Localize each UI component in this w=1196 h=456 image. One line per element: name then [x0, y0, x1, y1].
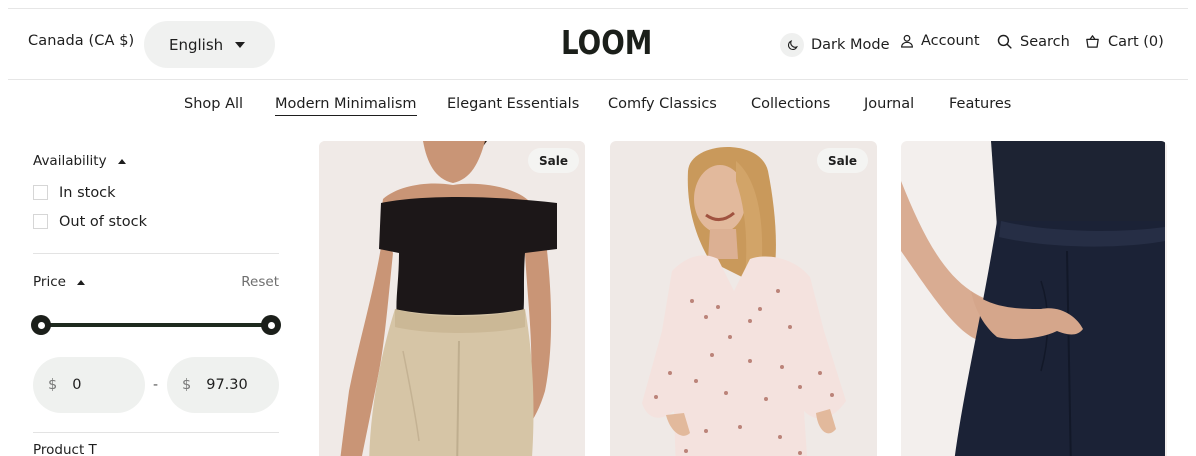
checkbox-box[interactable]: [33, 214, 48, 229]
checkbox-box[interactable]: [33, 185, 48, 200]
account-link[interactable]: Account: [899, 33, 980, 49]
price-reset-link[interactable]: Reset: [241, 274, 279, 290]
language-selector[interactable]: English: [144, 21, 275, 68]
out-of-stock-label: Out of stock: [59, 213, 147, 230]
product-card[interactable]: Sale: [319, 141, 585, 456]
divider: [33, 253, 279, 254]
slider-track: [40, 323, 272, 327]
chevron-down-icon: [235, 42, 245, 48]
nav-modern-minimalism[interactable]: Modern Minimalism: [275, 96, 417, 116]
sale-badge: Sale: [817, 148, 868, 173]
price-separator: -: [153, 377, 159, 393]
country-selector[interactable]: Canada (CA $): [28, 33, 134, 49]
availability-title: Availability: [33, 153, 107, 169]
product-card[interactable]: [901, 141, 1167, 456]
slider-min-handle[interactable]: [31, 315, 51, 335]
slider-max-handle[interactable]: [261, 315, 281, 335]
in-stock-checkbox[interactable]: In stock: [33, 178, 279, 207]
search-icon: [996, 33, 1013, 50]
out-of-stock-checkbox[interactable]: Out of stock: [33, 207, 279, 236]
store-logo[interactable]: LOOM: [561, 23, 652, 62]
moon-icon: [780, 33, 804, 57]
currency-symbol: $: [48, 377, 58, 393]
sale-badge: Sale: [528, 148, 579, 173]
price-min-input[interactable]: $ 0: [33, 357, 145, 413]
filter-sidebar: Availability In stock Out of stock Price…: [31, 150, 281, 434]
language-label: English: [169, 35, 224, 54]
account-label: Account: [921, 33, 980, 49]
product-image: [610, 141, 877, 456]
nav-elegant-essentials[interactable]: Elegant Essentials: [447, 96, 579, 112]
nav-comfy-classics[interactable]: Comfy Classics: [608, 96, 717, 112]
price-min-value: 0: [72, 377, 82, 393]
caret-up-icon: [76, 279, 85, 285]
cart-button[interactable]: Cart (0): [1084, 33, 1164, 50]
bag-icon: [1084, 33, 1101, 50]
search-label: Search: [1020, 33, 1070, 50]
product-image: [319, 141, 585, 456]
cart-label: Cart (0): [1108, 33, 1164, 50]
price-max-input[interactable]: $ 97.30: [167, 357, 279, 413]
price-max-value: 97.30: [206, 377, 248, 393]
nav-collections[interactable]: Collections: [751, 96, 830, 112]
price-title: Price: [33, 274, 66, 290]
nav-features[interactable]: Features: [949, 96, 1011, 112]
dark-mode-toggle[interactable]: Dark Mode: [780, 33, 890, 57]
header-bar: Canada (CA $) English LOOM Dark Mode Acc…: [8, 8, 1188, 80]
user-icon: [899, 33, 915, 49]
currency-symbol: $: [182, 377, 192, 393]
availability-filter-toggle[interactable]: Availability: [33, 150, 279, 172]
nav-shop-all[interactable]: Shop All: [184, 96, 243, 112]
main-navigation: Shop All Modern Minimalism Elegant Essen…: [0, 96, 1196, 120]
caret-up-icon: [117, 158, 126, 164]
nav-journal[interactable]: Journal: [864, 96, 914, 112]
in-stock-label: In stock: [59, 184, 116, 201]
price-filter: Price Reset $ 0 - $ 97.30: [31, 274, 281, 434]
price-range-slider[interactable]: [31, 314, 281, 336]
dark-mode-label: Dark Mode: [811, 37, 890, 53]
search-button[interactable]: Search: [996, 33, 1070, 50]
product-type-filter-toggle[interactable]: Product T: [33, 442, 97, 456]
product-card[interactable]: Sale: [610, 141, 877, 456]
product-image: [901, 141, 1167, 456]
